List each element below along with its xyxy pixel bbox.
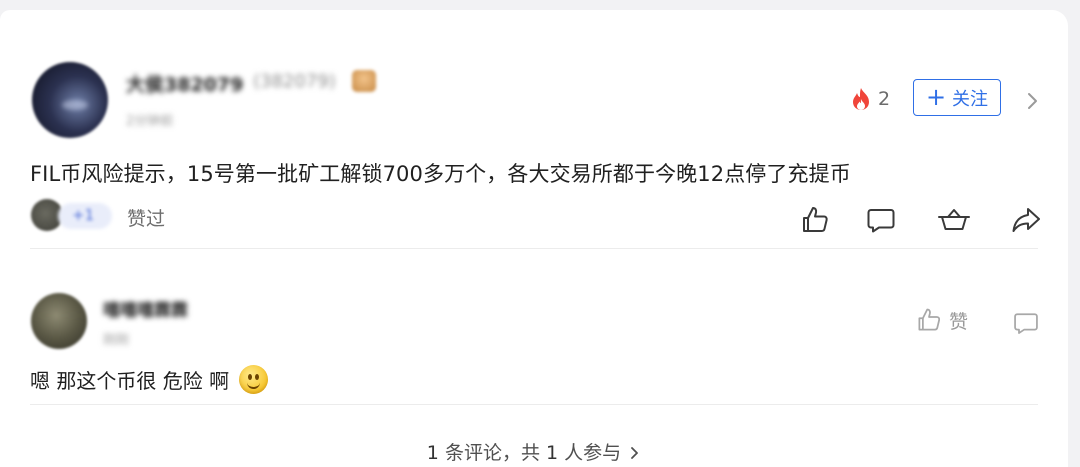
flame-icon	[853, 88, 869, 110]
hot-count: 2	[878, 88, 891, 110]
participant-label: 人参与	[564, 442, 622, 464]
liker-count-badge[interactable]: +1	[58, 203, 112, 229]
participant-count: 1	[546, 442, 559, 464]
chevron-right-icon[interactable]	[1026, 90, 1040, 112]
reward-icon[interactable]	[936, 204, 972, 236]
commenter-avatar[interactable]	[31, 293, 87, 349]
share-icon[interactable]	[1010, 204, 1042, 236]
author-id: (382079)	[253, 71, 336, 92]
author-avatar[interactable]	[32, 62, 108, 138]
comment-reply-icon[interactable]	[1011, 309, 1041, 337]
comment-text: 嗯 那这个币很 危险 啊	[30, 369, 230, 393]
chevron-right-icon	[631, 447, 639, 459]
post-time: 2分钟前	[126, 114, 174, 129]
liked-label: 赞过	[127, 208, 166, 230]
thumbs-up-icon[interactable]	[799, 204, 831, 236]
follow-label: 关注	[952, 88, 989, 110]
comment-summary-text: 条评论，共	[444, 442, 540, 464]
divider	[30, 248, 1038, 249]
comment-content: 嗯 那这个币很 危险 啊	[30, 365, 269, 394]
divider	[30, 404, 1038, 405]
comment-count: 1	[426, 442, 439, 464]
commenter-name[interactable]: 嘻嘻嘻霖霖	[103, 296, 188, 321]
thumbs-up-icon	[918, 308, 941, 331]
plus-icon: +	[925, 82, 947, 111]
post-card: 大侯382079 (382079) 2分钟前 2 + 关注 FIL币风险提示，1…	[0, 10, 1068, 467]
comment-icon[interactable]	[865, 204, 897, 236]
comment-time: 刚刚	[103, 333, 130, 348]
follow-button[interactable]: + 关注	[913, 79, 1001, 116]
smile-emoji-icon	[239, 365, 269, 394]
comment-like-label: 赞	[949, 310, 969, 333]
comment-like-button[interactable]: 赞	[915, 306, 968, 334]
level-badge-icon	[352, 70, 376, 92]
post-content: FIL币风险提示，15号第一批矿工解锁700多万个，各大交易所都于今晚12点停了…	[30, 162, 851, 186]
author-name[interactable]: 大侯382079	[126, 70, 243, 97]
hot-indicator: 2	[850, 87, 890, 111]
view-all-comments-link[interactable]: 1 条评论，共 1 人参与	[0, 438, 1068, 465]
